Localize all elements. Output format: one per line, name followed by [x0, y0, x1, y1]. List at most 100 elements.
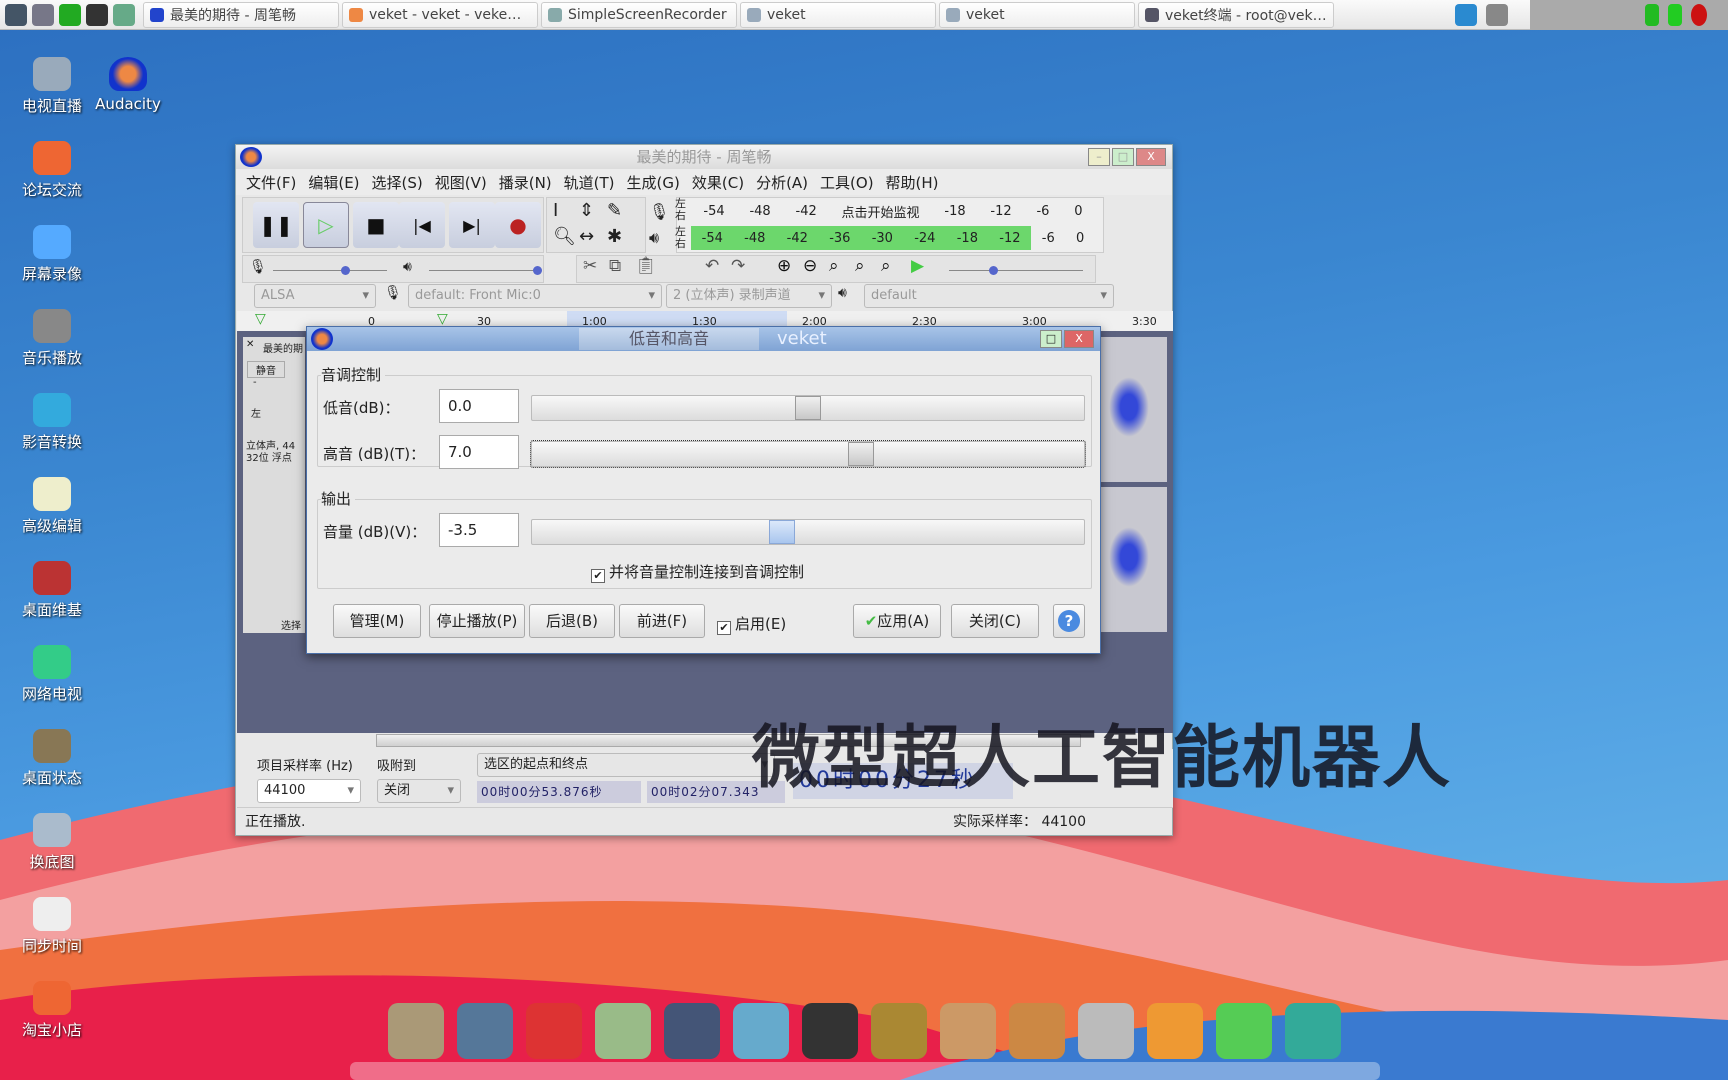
dock-app-icon[interactable]	[457, 1003, 513, 1059]
dock-app-icon[interactable]	[802, 1003, 858, 1059]
desktop-icon[interactable]: 换底图	[7, 813, 97, 872]
minimize-button[interactable]: –	[1088, 148, 1110, 166]
desktop-icon[interactable]: 高级编辑	[7, 477, 97, 536]
play-at-speed-icon[interactable]: ▶	[911, 256, 924, 276]
help-button[interactable]: ?	[1053, 604, 1085, 638]
treble-input[interactable]: 7.0	[439, 435, 519, 469]
manage-button[interactable]: 管理(M)	[333, 604, 421, 638]
desktop-icon[interactable]: 屏幕录像	[7, 225, 97, 284]
project-rate-select[interactable]: 44100	[257, 779, 361, 803]
zoom-in-icon[interactable]: ⊕	[777, 256, 791, 276]
track-select-button[interactable]: 选择	[281, 617, 301, 632]
menu-item[interactable]: 生成(G)	[627, 172, 680, 193]
draw-tool-icon[interactable]: ✎	[607, 200, 622, 221]
enable-checkbox[interactable]: ✔ 启用(E)	[717, 613, 786, 635]
dock-app-icon[interactable]	[595, 1003, 651, 1059]
menu-item[interactable]: 轨道(T)	[564, 172, 615, 193]
selection-tool-icon[interactable]: I	[553, 200, 558, 221]
dock-app-icon[interactable]	[526, 1003, 582, 1059]
envelope-tool-icon[interactable]: ⇕	[579, 200, 594, 221]
desktop-icon[interactable]: 同步时间	[7, 897, 97, 956]
close-button[interactable]: X	[1064, 330, 1094, 348]
zoom-tool-icon[interactable]: 🔍︎	[553, 226, 576, 247]
dock-app-icon[interactable]	[1285, 1003, 1341, 1059]
copy-icon[interactable]: ⧉	[609, 256, 621, 276]
task-recorder[interactable]: SimpleScreenRecorder	[541, 1, 737, 28]
menu-item[interactable]: 工具(O)	[820, 172, 874, 193]
apply-button[interactable]: ✔应用(A)	[853, 604, 941, 638]
recording-device-select[interactable]: default: Front Mic:0	[408, 284, 662, 308]
dock-app-icon[interactable]	[940, 1003, 996, 1059]
close-dialog-button[interactable]: 关闭(C)	[951, 604, 1039, 638]
playback-meter[interactable]: -54 -48 -42 -36 -30 -24 -18 -12 -6 0	[691, 227, 1101, 249]
treble-slider-thumb[interactable]	[847, 442, 874, 466]
record-icon[interactable]	[1691, 4, 1707, 26]
network-icon[interactable]	[1455, 4, 1477, 26]
desktop-icon[interactable]: 论坛交流	[7, 141, 97, 200]
maximize-button[interactable]: □	[1112, 148, 1134, 166]
fit-project-icon[interactable]: ⌕	[855, 256, 865, 276]
battery-icon[interactable]	[1645, 4, 1659, 26]
maximize-button[interactable]: □	[1040, 330, 1062, 348]
stop-button[interactable]: ■	[353, 202, 399, 248]
rewind-button[interactable]: 后退(B)	[529, 604, 615, 638]
menu-item[interactable]: 视图(V)	[435, 172, 487, 193]
dock-app-icon[interactable]	[1216, 1003, 1272, 1059]
desktop-icon[interactable]: 影音转换	[7, 393, 97, 452]
host-select[interactable]: ALSA	[254, 284, 376, 308]
dock-app-icon[interactable]	[1078, 1003, 1134, 1059]
disk-icon[interactable]	[1668, 4, 1682, 26]
paste-icon[interactable]: 📋︎	[635, 256, 657, 276]
timeshift-tool-icon[interactable]: ↔	[579, 226, 594, 247]
task-terminal[interactable]: veket终端 - root@vek…	[1138, 1, 1334, 28]
terminal-icon[interactable]	[86, 3, 108, 26]
record-volume-slider[interactable]	[273, 266, 387, 275]
task-browser[interactable]: veket - veket - veke…	[342, 1, 538, 28]
display-icon[interactable]	[1486, 4, 1508, 26]
snap-select[interactable]: 关闭	[377, 779, 461, 803]
pause-button[interactable]: ❚❚	[253, 202, 299, 248]
play-button[interactable]: ▷	[303, 202, 349, 248]
zoom-out-icon[interactable]: ⊖	[803, 256, 817, 276]
desktop-icon[interactable]: 桌面状态	[7, 729, 97, 788]
desktop-icon-audacity[interactable]: Audacity	[83, 57, 173, 113]
cut-icon[interactable]: ✂	[583, 256, 597, 276]
menu-item[interactable]: 帮助(H)	[886, 172, 939, 193]
dock-app-icon[interactable]	[1009, 1003, 1065, 1059]
dock-app-icon[interactable]	[388, 1003, 444, 1059]
volume-slider[interactable]	[531, 519, 1085, 545]
dock-app-icon[interactable]	[664, 1003, 720, 1059]
desktop-icon[interactable]: 桌面维基	[7, 561, 97, 620]
multi-tool-icon[interactable]: ✱	[607, 226, 622, 247]
stop-playback-button[interactable]: 停止播放(P)	[429, 604, 525, 638]
task-folder-2[interactable]: veket	[939, 1, 1135, 28]
channels-select[interactable]: 2 (立体声) 录制声道	[666, 284, 832, 308]
skip-start-button[interactable]: |◀	[399, 202, 445, 248]
selection-mode-select[interactable]: 选区的起点和终点	[477, 753, 775, 777]
treble-slider[interactable]	[530, 440, 1086, 468]
system-monitor-icon[interactable]	[5, 3, 27, 26]
dock-app-icon[interactable]	[733, 1003, 789, 1059]
play-speed-slider[interactable]	[949, 266, 1083, 275]
menu-item[interactable]: 编辑(E)	[308, 172, 359, 193]
volume-input[interactable]: -3.5	[439, 513, 519, 547]
forward-button[interactable]: 前进(F)	[619, 604, 705, 638]
track-close-button[interactable]: ✕	[246, 339, 254, 350]
menu-item[interactable]: 效果(C)	[692, 172, 744, 193]
record-button[interactable]: ●	[495, 202, 541, 248]
close-button[interactable]: X	[1136, 148, 1166, 166]
bass-input[interactable]: 0.0	[439, 389, 519, 423]
dock-app-icon[interactable]	[871, 1003, 927, 1059]
dock-app-icon[interactable]	[1147, 1003, 1203, 1059]
waveform-left[interactable]	[1097, 337, 1167, 482]
volume-slider-thumb[interactable]	[768, 520, 795, 544]
redo-icon[interactable]: ↷	[731, 256, 745, 276]
playback-device-select[interactable]: default	[864, 284, 1114, 308]
desktop-icon[interactable]: 音乐播放	[7, 309, 97, 368]
menu-item[interactable]: 文件(F)	[246, 172, 296, 193]
settings-icon[interactable]	[32, 3, 54, 26]
skip-end-button[interactable]: ▶|	[449, 202, 495, 248]
desktop-icon[interactable]: 淘宝小店	[7, 981, 97, 1040]
undo-icon[interactable]: ↶	[705, 256, 719, 276]
link-volume-checkbox[interactable]: ✔ 并将音量控制连接到音调控制	[591, 561, 804, 583]
